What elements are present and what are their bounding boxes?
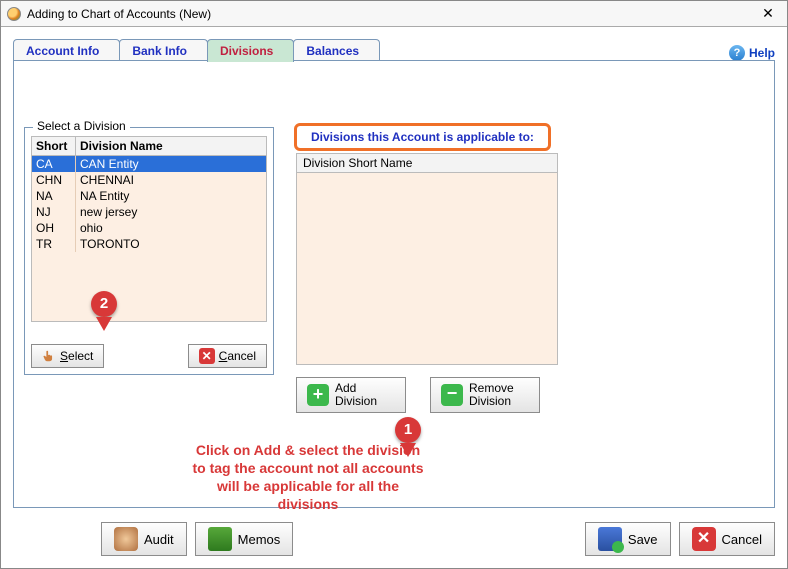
window-titlebar: Adding to Chart of Accounts (New) ✕ xyxy=(1,1,787,27)
save-button[interactable]: Save xyxy=(585,522,671,556)
cancel-select-label: Cancel xyxy=(219,349,256,363)
select-division-legend: Select a Division xyxy=(33,119,130,133)
add-division-label: AddDivision xyxy=(335,382,377,408)
remove-division-label: RemoveDivision xyxy=(469,382,514,408)
annotation-pin-1: 1 xyxy=(395,417,421,457)
select-division-panel: Select a Division Short Division Name CA… xyxy=(24,127,274,375)
cancel-icon: ✕ xyxy=(199,348,215,364)
table-row[interactable]: OH ohio xyxy=(32,220,266,236)
annotation-pin-2: 2 xyxy=(91,291,117,331)
division-table-header: Short Division Name xyxy=(32,137,266,156)
table-row[interactable]: NA NA Entity xyxy=(32,188,266,204)
tab-divisions[interactable]: Divisions xyxy=(207,39,294,62)
select-button-label: Select xyxy=(60,349,93,363)
applicable-divisions-list[interactable]: Division Short Name xyxy=(296,153,558,365)
remove-division-button[interactable]: − RemoveDivision xyxy=(430,377,540,413)
help-icon: ? xyxy=(729,45,745,61)
tab-row: Account Info Bank Info Divisions Balance… xyxy=(13,35,775,61)
col-short-header: Short xyxy=(32,137,76,155)
memos-label: Memos xyxy=(238,532,281,547)
cancel-select-button[interactable]: ✕ Cancel xyxy=(188,344,267,368)
applicable-col-header: Division Short Name xyxy=(297,154,557,173)
col-name-header: Division Name xyxy=(76,137,266,155)
memos-icon xyxy=(208,527,232,551)
help-link[interactable]: ? Help xyxy=(729,45,775,61)
audit-icon xyxy=(114,527,138,551)
tab-content-frame: Select a Division Short Division Name CA… xyxy=(13,60,775,508)
bottom-toolbar: Audit Memos Save ✕ Cancel xyxy=(13,522,775,556)
tab-account-info[interactable]: Account Info xyxy=(13,39,120,62)
help-label: Help xyxy=(749,46,775,60)
tab-balances[interactable]: Balances xyxy=(293,39,380,62)
applicable-heading: Divisions this Account is applicable to: xyxy=(294,123,551,151)
table-row[interactable]: NJ new jersey xyxy=(32,204,266,220)
audit-label: Audit xyxy=(144,532,174,547)
tab-bank-info[interactable]: Bank Info xyxy=(119,39,208,62)
save-icon xyxy=(598,527,622,551)
close-icon[interactable]: ✕ xyxy=(755,5,781,22)
minus-icon: − xyxy=(441,384,463,406)
cancel-icon: ✕ xyxy=(692,527,716,551)
cancel-button[interactable]: ✕ Cancel xyxy=(679,522,775,556)
table-row[interactable]: TR TORONTO xyxy=(32,236,266,252)
cancel-label: Cancel xyxy=(722,532,762,547)
audit-button[interactable]: Audit xyxy=(101,522,187,556)
memos-button[interactable]: Memos xyxy=(195,522,294,556)
division-table[interactable]: Short Division Name CA CAN Entity CHN CH… xyxy=(31,136,267,322)
table-row[interactable]: CHN CHENNAI xyxy=(32,172,266,188)
save-label: Save xyxy=(628,532,658,547)
annotation-text: Click on Add & select the division to ta… xyxy=(188,441,428,513)
plus-icon: + xyxy=(307,384,329,406)
app-icon xyxy=(7,7,21,21)
add-division-button[interactable]: + AddDivision xyxy=(296,377,406,413)
pointer-icon xyxy=(42,349,56,363)
window-title: Adding to Chart of Accounts (New) xyxy=(27,7,755,21)
table-row[interactable]: CA CAN Entity xyxy=(32,156,266,172)
select-button[interactable]: Select xyxy=(31,344,104,368)
